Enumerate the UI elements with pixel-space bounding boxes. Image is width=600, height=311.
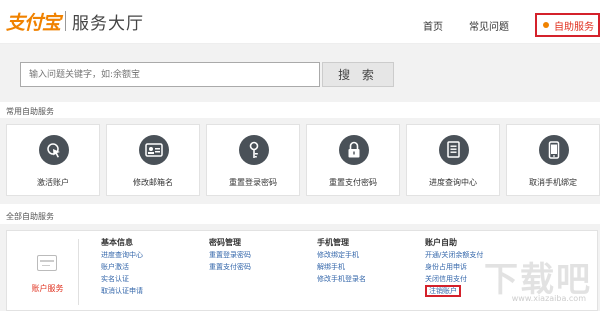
logo-divider bbox=[65, 11, 67, 31]
column-password-management: 密码管理 重置登录密码 重置支付密码 bbox=[209, 237, 251, 273]
watermark-url: www.xiazaiba.com bbox=[511, 294, 586, 303]
tile-reset-pay-password[interactable]: 重置支付密码 bbox=[306, 124, 400, 196]
search-bar: 搜 索 bbox=[0, 44, 600, 102]
common-services-panel: 激活账户 修改邮箱名 重置登录密码 重置支付密码 进度查询中心 取消手机绑定 bbox=[0, 118, 600, 204]
active-dot-icon bbox=[543, 22, 549, 28]
tile-label: 取消手机绑定 bbox=[529, 178, 577, 187]
header: 支付宝 服务大厅 首页 常见问题 自助服务 bbox=[0, 0, 600, 44]
common-services-title: 常用自助服务 bbox=[6, 107, 54, 116]
link-change-bound-phone[interactable]: 修改绑定手机 bbox=[317, 249, 366, 261]
phone-icon bbox=[539, 135, 569, 165]
column-title: 密码管理 bbox=[209, 238, 241, 247]
account-services-label: 账户服务 bbox=[31, 284, 64, 293]
id-card-icon bbox=[139, 135, 169, 165]
nav-home[interactable]: 首页 bbox=[423, 18, 443, 33]
top-nav: 首页 常见问题 自助服务 bbox=[423, 13, 600, 37]
account-services-category: 账户服务 bbox=[17, 239, 79, 305]
link-real-name-auth[interactable]: 实名认证 bbox=[101, 273, 143, 285]
link-progress-center[interactable]: 进度查询中心 bbox=[101, 249, 143, 261]
link-close-account[interactable]: 注销账户 bbox=[425, 285, 461, 297]
link-reset-login-password[interactable]: 重置登录密码 bbox=[209, 249, 251, 261]
logo[interactable]: 支付宝 服务大厅 bbox=[6, 6, 144, 36]
nav-faq[interactable]: 常见问题 bbox=[469, 18, 509, 33]
column-title: 手机管理 bbox=[317, 238, 349, 247]
tile-label: 重置登录密码 bbox=[229, 178, 277, 187]
link-activate-account[interactable]: 账户激活 bbox=[101, 261, 143, 273]
tile-label: 激活账户 bbox=[37, 178, 69, 187]
cursor-icon bbox=[39, 135, 69, 165]
tile-label: 重置支付密码 bbox=[329, 178, 377, 187]
link-toggle-balance-pay[interactable]: 开通/关闭余额支付 bbox=[425, 249, 483, 261]
site-title: 服务大厅 bbox=[72, 13, 145, 34]
link-unbind-phone[interactable]: 解绑手机 bbox=[317, 261, 366, 273]
tile-label: 进度查询中心 bbox=[429, 178, 477, 187]
column-title: 基本信息 bbox=[101, 238, 133, 247]
all-services-title: 全部自助服务 bbox=[6, 212, 54, 221]
alipay-logo: 支付宝 bbox=[6, 11, 61, 34]
link-reset-pay-password[interactable]: 重置支付密码 bbox=[209, 261, 251, 273]
link-change-phone-login[interactable]: 修改手机登录名 bbox=[317, 273, 366, 285]
column-title: 账户自助 bbox=[425, 238, 457, 247]
lock-icon bbox=[339, 135, 369, 165]
search-button[interactable]: 搜 索 bbox=[322, 62, 394, 87]
nav-self-service-label: 自助服务 bbox=[554, 21, 594, 33]
column-account-self-service: 账户自助 开通/关闭余额支付 身份占用申诉 关闭信用支付 注销账户 bbox=[425, 237, 483, 297]
tile-progress-center[interactable]: 进度查询中心 bbox=[406, 124, 500, 196]
column-phone-management: 手机管理 修改绑定手机 解绑手机 修改手机登录名 bbox=[317, 237, 366, 285]
tile-unbind-phone[interactable]: 取消手机绑定 bbox=[506, 124, 600, 196]
tile-reset-login-password[interactable]: 重置登录密码 bbox=[206, 124, 300, 196]
column-basic-info: 基本信息 进度查询中心 账户激活 实名认证 取消认证申请 bbox=[101, 237, 143, 297]
link-close-credit-pay[interactable]: 关闭信用支付 bbox=[425, 273, 483, 285]
link-identity-appeal[interactable]: 身份占用申诉 bbox=[425, 261, 483, 273]
search-input[interactable] bbox=[20, 62, 320, 87]
nav-self-service[interactable]: 自助服务 bbox=[535, 13, 600, 37]
account-card-icon bbox=[37, 255, 57, 271]
document-icon bbox=[439, 135, 469, 165]
link-cancel-auth[interactable]: 取消认证申请 bbox=[101, 285, 143, 297]
key-icon bbox=[239, 135, 269, 165]
tile-edit-email[interactable]: 修改邮箱名 bbox=[106, 124, 200, 196]
tile-label: 修改邮箱名 bbox=[133, 178, 173, 187]
tile-activate-account[interactable]: 激活账户 bbox=[6, 124, 100, 196]
